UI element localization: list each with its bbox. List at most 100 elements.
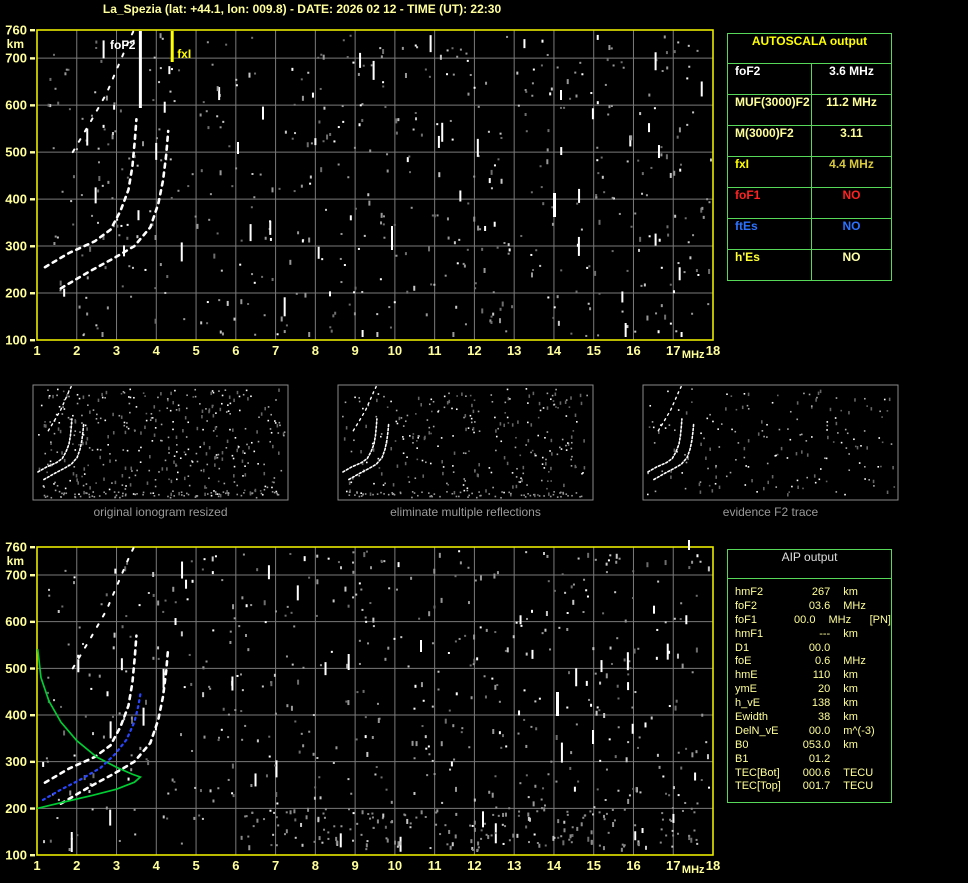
param-unit: MHz <box>828 613 852 626</box>
param-unit: km <box>843 627 858 640</box>
echo-streak <box>688 540 690 550</box>
x-tick-label: 13 <box>507 858 521 873</box>
param-label: foF1 <box>735 613 758 626</box>
x-tick-label: 11 <box>428 858 442 873</box>
param-label: DelN_vE <box>735 724 779 737</box>
thumbnail-caption-3: evidence F2 trace <box>722 505 819 519</box>
y-tick-label: 600 <box>5 614 27 629</box>
param-flag <box>886 753 891 767</box>
y-tick-label: 700 <box>5 568 27 583</box>
param-label: B0 <box>735 738 749 751</box>
autoscala-row: foF2 3.6 MHz <box>728 64 891 95</box>
x-tick-label: 17 <box>666 858 680 873</box>
param-value: 3.6 MHz <box>829 64 874 78</box>
param-label: M(3000)F2 <box>728 126 812 156</box>
param-flag <box>886 586 891 600</box>
param-unit: TECU <box>843 780 874 793</box>
autoscala-row: M(3000)F2 3.11 <box>728 126 891 157</box>
autoscala-row: foF1 NO <box>728 188 891 219</box>
aip-row: TEC[Top] 001.7 TECU <box>728 780 891 794</box>
param-flag <box>886 600 891 614</box>
param-unit: km <box>843 711 858 724</box>
param-value: 38 <box>817 711 831 724</box>
param-label: Ewidth <box>735 711 769 724</box>
aip-output-table: AIP output hmF2 267 km foF2 03.6 MHz foF1 00.0 M… <box>727 549 892 804</box>
param-unit: MHz <box>843 655 866 668</box>
thumbnail-caption-2: eliminate multiple reflections <box>390 505 541 519</box>
param-unit: m^(-3) <box>843 724 875 737</box>
param-label: h'Es <box>728 250 812 280</box>
param-value: 01.2 <box>808 752 831 765</box>
x-tick-label: 18 <box>706 858 720 873</box>
param-flag <box>886 655 891 669</box>
param-label: ftEs <box>728 219 812 249</box>
autoscala-table-body: foF2 3.6 MHz MUF(3000)F2 11.2 MHz M(3000)F2 3… <box>728 64 891 280</box>
param-value: NO <box>842 219 861 233</box>
param-value: NO <box>842 188 861 202</box>
aip-row: B0 053.0 km <box>728 739 891 753</box>
noise-dots <box>42 550 711 852</box>
param-value: 11.2 MHz <box>826 95 877 109</box>
param-value: 00.0 <box>794 613 816 626</box>
y-tick-label: 100 <box>5 848 27 863</box>
aip-row: ymE 20 km <box>728 683 891 697</box>
x-tick-label: 3 <box>113 858 120 873</box>
param-label: D1 <box>735 641 750 654</box>
param-flag <box>886 642 891 656</box>
second-hop-trace <box>71 545 136 670</box>
param-label: foF1 <box>728 188 812 218</box>
param-value: 267 <box>811 586 831 598</box>
param-flag <box>886 739 891 753</box>
x-tick-label: 12 <box>467 858 481 873</box>
param-label: foE <box>735 655 752 668</box>
x-tick-label: 15 <box>586 858 600 873</box>
x-tick-label: 1 <box>33 858 40 873</box>
param-unit: km <box>843 586 858 598</box>
param-value: 138 <box>811 697 831 710</box>
aip-row: h_vE 138 km <box>728 697 891 711</box>
y-tick-label: 300 <box>5 754 27 769</box>
aip-row: hmF1 --- km <box>728 628 891 642</box>
aip-row: hmE 110 km <box>728 669 891 683</box>
o-mode-trace <box>43 634 138 784</box>
param-label: TEC[Bot] <box>735 766 780 779</box>
param-value: 3.11 <box>840 126 863 140</box>
echo-streak <box>592 730 594 744</box>
param-value: 000.6 <box>802 766 831 779</box>
param-unit: km <box>843 669 858 682</box>
param-unit: TECU <box>843 766 874 779</box>
x-tick-label: 14 <box>547 858 562 873</box>
x-tick-label: 5 <box>192 858 199 873</box>
y-tick-label: 760 <box>5 540 27 555</box>
electron-density-profile <box>36 648 143 810</box>
param-flag <box>886 725 891 739</box>
param-value: 0.6 <box>814 655 831 668</box>
autoscala-row: ftEs NO <box>728 219 891 250</box>
autoscala-row: h'Es NO <box>728 250 891 280</box>
x-tick-label: 6 <box>232 858 239 873</box>
aip-row: foE 0.6 MHz <box>728 655 891 669</box>
x-tick-label: 7 <box>272 858 279 873</box>
param-unit: MHz <box>843 599 866 612</box>
x-tick-label: 2 <box>73 858 80 873</box>
y-tick-label: 500 <box>5 661 27 676</box>
param-label: h_vE <box>735 697 761 710</box>
autoscala-screen: La_Spezia (lat: +44.1, lon: 009.8) - DAT… <box>0 0 968 883</box>
param-value: 4.4 MHz <box>829 157 874 171</box>
param-value: 03.6 <box>808 599 831 612</box>
x-tick-label: 4 <box>153 858 161 873</box>
param-unit: km <box>843 697 858 710</box>
y-axis-unit: km <box>7 554 24 568</box>
aip-table-title: AIP output <box>728 550 891 579</box>
param-value: 00.0 <box>808 724 831 737</box>
param-value: --- <box>819 627 831 640</box>
param-label: hmF1 <box>735 627 764 640</box>
param-value: 20 <box>817 683 831 696</box>
param-flag <box>886 628 891 642</box>
param-flag <box>886 767 891 781</box>
aip-row: B1 01.2 <box>728 753 891 767</box>
param-label: foF2 <box>728 64 812 94</box>
param-label: TEC[Top] <box>735 780 781 793</box>
param-value: 110 <box>812 669 831 682</box>
param-flag <box>886 697 891 711</box>
